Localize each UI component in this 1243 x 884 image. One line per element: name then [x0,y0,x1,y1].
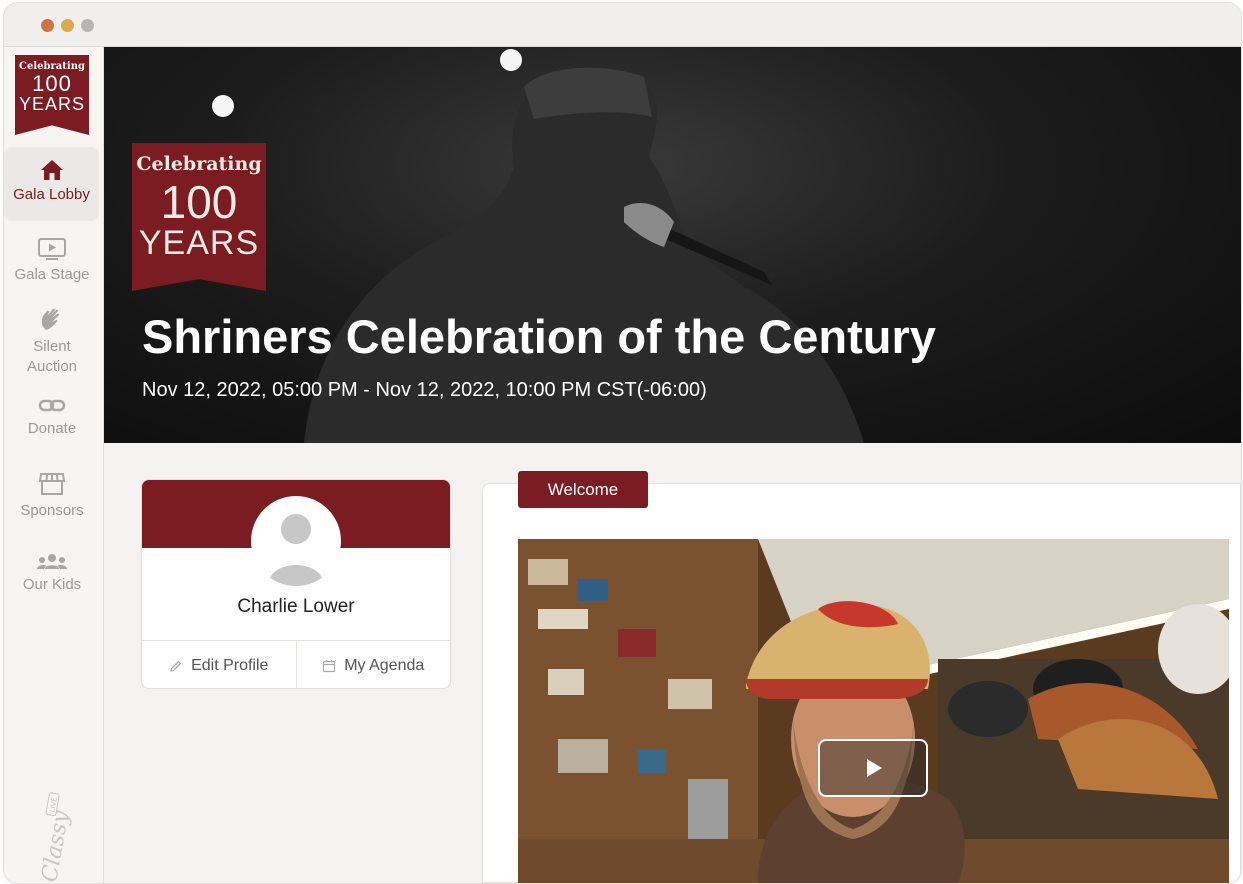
event-title: Shriners Celebration of the Century [142,310,936,363]
sidebar-item-gala-lobby[interactable]: Gala Lobby [4,147,99,221]
sidebar-logo[interactable]: Celebrating 100 YEARS [15,55,89,135]
event-date-range: Nov 12, 2022, 05:00 PM - Nov 12, 2022, 1… [142,379,707,401]
avatar[interactable] [251,496,341,586]
hero-logo: Celebrating 100 YEARS [132,143,266,291]
sidebar-item-silent-auction[interactable]: Silent Auction [4,305,100,377]
sidebar-item-donate[interactable]: Donate [4,397,100,439]
profile-actions: Edit Profile My Agenda [142,640,451,688]
edit-profile-label: Edit Profile [191,656,269,674]
minimize-window-button[interactable] [61,19,74,32]
svg-text:Classy: Classy [37,808,72,883]
logo-text-years: YEARS [138,224,260,262]
hand-wave-icon [41,308,60,330]
welcome-video-player[interactable] [518,539,1229,883]
sidebar: Celebrating 100 YEARS Gala Lobby Gala St… [4,47,104,883]
play-button[interactable] [818,739,928,797]
logo-text-100: 100 [160,176,238,228]
sidebar-item-our-kids[interactable]: Our Kids [4,553,100,595]
logo-text-celebrating: Celebrating [19,61,85,72]
browser-window: Celebrating 100 YEARS Gala Lobby Gala St… [4,3,1241,883]
classy-live-watermark: Classy LIVE [32,787,75,883]
people-group-icon [37,554,67,569]
my-agenda-button[interactable]: My Agenda [295,641,451,688]
logo-text-100: 100 [32,71,72,96]
sidebar-item-gala-stage[interactable]: Gala Stage [4,237,100,285]
play-screen-icon [38,238,66,260]
maximize-window-button[interactable] [81,19,94,32]
logo-text-celebrating: Celebrating [136,153,262,175]
profile-card: Charlie Lower Edit Profile My Agenda [141,479,451,689]
storefront-icon [38,473,66,495]
home-icon [40,160,63,180]
video-thumbnail [518,539,1229,883]
pencil-icon [170,660,182,672]
tab-welcome[interactable]: Welcome [518,471,648,508]
calendar-icon [323,659,336,672]
link-icon [38,399,66,412]
sidebar-item-label: Gala Stage [14,266,90,283]
sidebar-item-label: Our Kids [22,576,82,593]
sidebar-item-label: Gala Lobby [13,186,90,203]
close-window-button[interactable] [41,19,54,32]
default-avatar-icon [268,514,324,586]
lobby-content: Charlie Lower Edit Profile My Agenda Wel… [104,443,1241,883]
sidebar-item-label: Donate [27,420,77,437]
logo-text-years: YEARS [18,94,86,114]
profile-name: Charlie Lower [237,596,355,617]
sidebar-item-sponsors[interactable]: Sponsors [4,471,100,521]
play-icon [867,759,882,777]
sidebar-item-label: Silent Auction [26,338,78,375]
sidebar-item-label: Sponsors [20,502,84,519]
edit-profile-button[interactable]: Edit Profile [142,641,296,688]
window-titlebar [4,3,1241,47]
my-agenda-label: My Agenda [344,656,425,674]
hero-banner: Celebrating 100 YEARS Shriners Celebrati… [104,47,1241,443]
